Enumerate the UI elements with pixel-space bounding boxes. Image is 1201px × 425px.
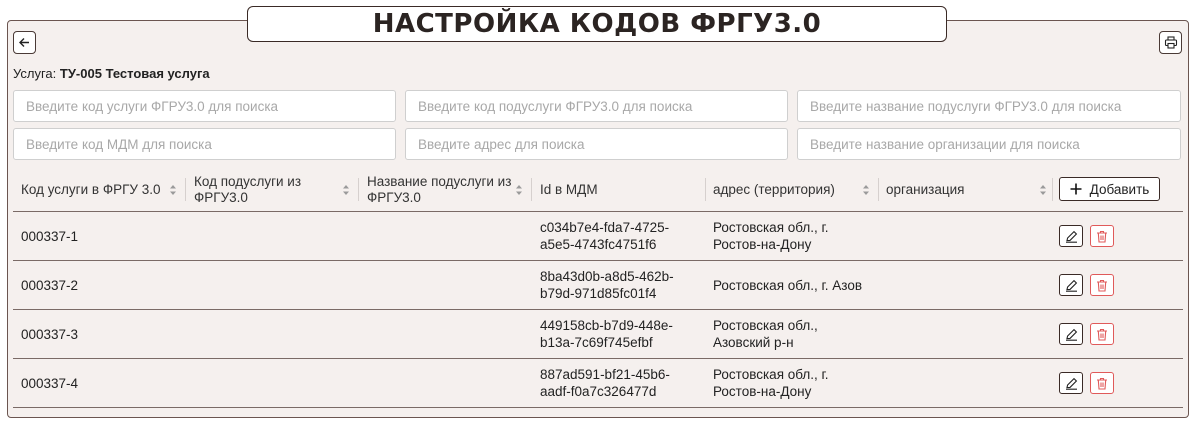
- service-info: Услуга: ТУ-005 Тестовая услуга: [13, 66, 210, 81]
- table-row: 000337-4 887ad591-bf21-45b6- aadf-f0a7c3…: [13, 359, 1183, 408]
- plus-icon: [1070, 183, 1082, 195]
- pencil-icon: [1065, 328, 1077, 341]
- mdm-id-line: 449158cb-b7d9-448e-: [540, 318, 673, 333]
- column-divider: [878, 178, 879, 201]
- service-code-cell: 000337-4: [21, 376, 79, 391]
- mdm-id-line: b79d-971d85fc01f4: [540, 286, 657, 301]
- address-line: Ростовская обл., г.: [713, 367, 829, 382]
- address-line: Ростовская обл., г.: [713, 220, 829, 235]
- column-header-address[interactable]: адрес (территория): [713, 167, 853, 212]
- mdm-id-line: aadf-f0a7c326477d: [540, 384, 657, 399]
- column-header-subservice-name[interactable]: Название подуслуги из ФРГУ3.0: [367, 167, 525, 212]
- column-divider: [531, 178, 532, 201]
- delete-button[interactable]: [1090, 323, 1114, 345]
- sort-icon[interactable]: [862, 184, 870, 196]
- mdm-id-cell: 8ba43d0b-a8d5-462b- b79d-971d85fc01f4: [540, 268, 674, 302]
- sort-icon[interactable]: [1039, 184, 1047, 196]
- mdm-id-line: b13a-7c69f745efbf: [540, 335, 653, 350]
- delete-button[interactable]: [1090, 372, 1114, 394]
- address-line: Ростов-на-Дону: [713, 384, 812, 399]
- service-code-cell: 000337-1: [21, 229, 79, 244]
- trash-icon: [1097, 377, 1107, 390]
- service-code-cell: 000337-2: [21, 278, 79, 293]
- delete-button[interactable]: [1090, 225, 1114, 247]
- column-header-service-code[interactable]: Код услуги в ФРГУ 3.0: [21, 167, 161, 212]
- address-search-input[interactable]: [405, 128, 788, 160]
- pencil-icon: [1065, 279, 1077, 292]
- subservice-name-search-input[interactable]: [797, 90, 1181, 122]
- back-button[interactable]: [13, 31, 36, 54]
- edit-button[interactable]: [1059, 225, 1083, 247]
- address-line: Ростов-на-Дону: [713, 237, 812, 252]
- trash-icon: [1097, 328, 1107, 341]
- sort-icon[interactable]: [169, 184, 177, 196]
- mdm-id-line: c034b7e4-fda7-4725-: [540, 220, 670, 235]
- page-title-box: НАСТРОЙКА КОДОВ ФРГУ3.0: [247, 6, 947, 42]
- address-line: Ростовская обл.,: [713, 318, 818, 333]
- address-line: Азовский р-н: [713, 335, 794, 350]
- printer-icon: [1164, 36, 1177, 49]
- pencil-icon: [1065, 377, 1077, 390]
- edit-button[interactable]: [1059, 372, 1083, 394]
- delete-button[interactable]: [1090, 274, 1114, 296]
- mdm-code-search-input[interactable]: [13, 128, 396, 160]
- address-cell: Ростовская обл., г. Азов: [713, 277, 862, 294]
- column-divider: [358, 178, 359, 201]
- service-code-search-input[interactable]: [13, 90, 396, 122]
- table-header: Код услуги в ФРГУ 3.0 Код подуслуги из Ф…: [13, 167, 1183, 212]
- page-title: НАСТРОЙКА КОДОВ ФРГУ3.0: [372, 9, 822, 39]
- mdm-id-cell: 449158cb-b7d9-448e- b13a-7c69f745efbf: [540, 317, 673, 351]
- add-button-label: Добавить: [1089, 181, 1150, 197]
- mdm-id-cell: 887ad591-bf21-45b6- aadf-f0a7c326477d: [540, 366, 670, 400]
- service-code-cell: 000337-3: [21, 327, 79, 342]
- column-header-mdm-id: Id в МДМ: [540, 181, 598, 197]
- column-header-organization[interactable]: организация: [886, 167, 1026, 212]
- print-button[interactable]: [1159, 31, 1182, 54]
- address-cell: Ростовская обл., г. Ростов-на-Дону: [713, 219, 829, 253]
- table-row: 000337-2 8ba43d0b-a8d5-462b- b79d-971d85…: [13, 261, 1183, 310]
- edit-button[interactable]: [1059, 274, 1083, 296]
- address-line: Ростовская обл., г. Азов: [713, 278, 863, 293]
- address-cell: Ростовская обл., г. Ростов-на-Дону: [713, 366, 829, 400]
- mdm-id-line: 887ad591-bf21-45b6-: [540, 367, 670, 382]
- column-divider: [185, 178, 186, 201]
- arrow-left-icon: [19, 38, 29, 47]
- trash-icon: [1097, 230, 1107, 243]
- mdm-id-cell: c034b7e4-fda7-4725- a5e5-4743fc4751f6: [540, 219, 669, 253]
- service-label: Услуга:: [13, 66, 57, 81]
- main-panel: Услуга: ТУ-005 Тестовая услуга Код услуг…: [7, 20, 1189, 418]
- table-row: 000337-3 449158cb-b7d9-448e- b13a-7c69f7…: [13, 310, 1183, 359]
- pencil-icon: [1065, 230, 1077, 243]
- sort-icon[interactable]: [515, 184, 523, 196]
- column-header-subservice-code[interactable]: Код подуслуги из ФРГУ3.0: [194, 167, 334, 212]
- mdm-id-line: 8ba43d0b-a8d5-462b-: [540, 269, 674, 284]
- organization-search-input[interactable]: [797, 128, 1181, 160]
- trash-icon: [1097, 279, 1107, 292]
- column-divider: [1052, 178, 1053, 201]
- column-divider: [705, 178, 706, 201]
- address-cell: Ростовская обл., Азовский р-н: [713, 317, 818, 351]
- table-row: 000337-1 c034b7e4-fda7-4725- a5e5-4743fc…: [13, 212, 1183, 261]
- sort-icon[interactable]: [342, 184, 350, 196]
- add-button[interactable]: Добавить: [1059, 177, 1160, 201]
- subservice-code-search-input[interactable]: [405, 90, 788, 122]
- mdm-id-line: a5e5-4743fc4751f6: [540, 237, 657, 252]
- service-value: ТУ-005 Тестовая услуга: [59, 66, 210, 81]
- edit-button[interactable]: [1059, 323, 1083, 345]
